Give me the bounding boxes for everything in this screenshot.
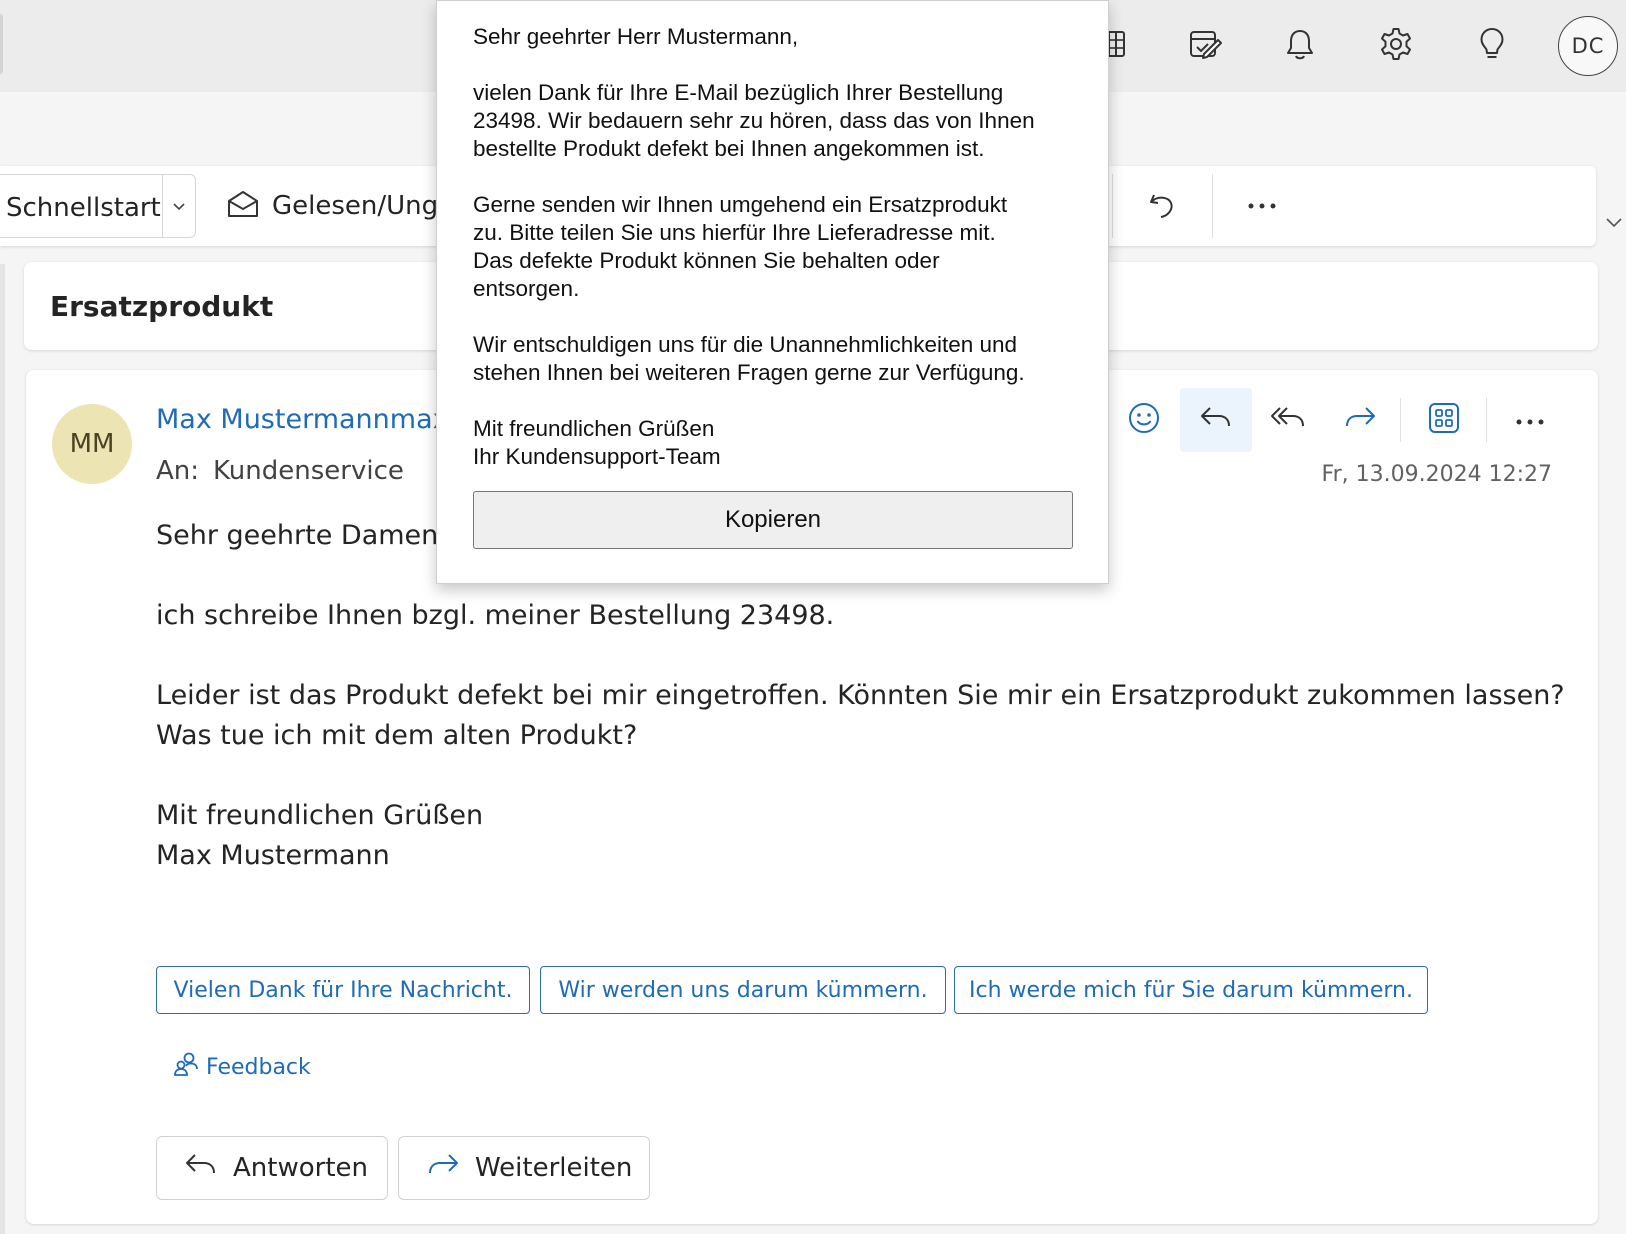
recipient-line: An: Kundenservice <box>156 456 404 486</box>
sender-initials: MM <box>69 429 115 459</box>
action-divider <box>1486 398 1487 442</box>
reply-all-icon <box>1269 403 1307 437</box>
user-avatar[interactable]: DC <box>1558 16 1618 76</box>
forward-button[interactable] <box>1324 388 1396 452</box>
more-icon <box>1515 411 1545 430</box>
forward-icon <box>1342 403 1378 437</box>
feedback-people-icon <box>172 1050 200 1084</box>
suggested-reply-button[interactable]: Vielen Dank für Ihre Nachricht. <box>156 966 530 1014</box>
reply-action-button[interactable]: Antworten <box>156 1136 388 1200</box>
body-line: Was tue ich mit dem alten Produkt? <box>156 720 638 751</box>
ribbon-divider <box>1212 174 1213 238</box>
popup-text-line: entsorgen. <box>473 276 580 301</box>
reply-button[interactable] <box>1180 388 1252 452</box>
sender-avatar[interactable]: MM <box>52 404 132 484</box>
apps-grid-icon <box>1427 401 1461 439</box>
lightbulb-icon[interactable] <box>1470 22 1514 66</box>
body-line: Mit freundlichen Grüßen <box>156 800 484 831</box>
popup-text-line: 23498. Wir bedauern sehr zu hören, dass … <box>473 108 1035 133</box>
popup-text-line: Gerne senden wir Ihnen umgehend ein Ersa… <box>473 192 1008 217</box>
action-divider <box>1400 398 1401 442</box>
message-subject: Ersatzprodukt <box>50 290 274 323</box>
forward-action-button[interactable]: Weiterleiten <box>398 1136 650 1200</box>
popup-text-line: Ihr Kundensupport-Team <box>473 444 721 469</box>
popup-text-line: stehen Ihnen bei weiteren Fragen gerne z… <box>473 360 1025 385</box>
popup-text-line: Sehr geehrter Herr Mustermann, <box>473 24 799 49</box>
chevron-down-icon[interactable] <box>170 197 188 219</box>
quickstart-split-button[interactable]: Schnellstart <box>0 174 196 238</box>
feedback-label: Feedback <box>206 1054 311 1080</box>
reply-icon <box>183 1150 219 1187</box>
smiley-icon <box>1127 401 1161 439</box>
message-list-edge <box>0 264 5 1234</box>
body-line: ich schreibe Ihnen bzgl. meiner Bestellu… <box>156 600 835 631</box>
user-avatar-initials: DC <box>1571 34 1605 58</box>
popup-text-line: zu. Bitte teilen Sie uns hierfür Ihre Li… <box>473 220 996 245</box>
mark-read-unread-label: Gelesen/Ung <box>272 191 439 221</box>
forward-icon <box>425 1150 461 1187</box>
envelope-open-icon <box>226 189 260 223</box>
search-box-edge[interactable] <box>0 14 3 74</box>
bell-icon[interactable] <box>1278 22 1322 66</box>
gear-icon[interactable] <box>1374 22 1418 66</box>
emoji-reaction-button[interactable] <box>1108 388 1180 452</box>
reply-icon <box>1198 403 1234 437</box>
message-more-button[interactable] <box>1494 388 1566 452</box>
feedback-link[interactable]: Feedback <box>172 1050 311 1084</box>
body-line: Sehr geehrte Damen <box>156 520 439 551</box>
ribbon-divider <box>1112 174 1113 238</box>
reply-all-button[interactable] <box>1252 388 1324 452</box>
quickstart-label: Schnellstart <box>6 193 161 223</box>
copy-button[interactable]: Kopieren <box>473 491 1073 549</box>
more-icon[interactable] <box>1238 182 1286 230</box>
to-label: An: <box>156 456 200 486</box>
reply-label: Antworten <box>233 1153 368 1183</box>
mark-read-unread-button[interactable]: Gelesen/Ung <box>226 176 438 236</box>
recipient-name[interactable]: Kundenservice <box>213 456 404 486</box>
split-divider <box>162 175 163 237</box>
popup-text-line: Das defekte Produkt können Sie behalten … <box>473 248 940 273</box>
ribbon-expand-chevron-icon[interactable] <box>1604 214 1624 234</box>
forward-label: Weiterleiten <box>475 1153 633 1183</box>
popup-text-line: Wir entschuldigen uns für die Unannehmli… <box>473 332 1018 357</box>
suggested-reply-button[interactable]: Ich werde mich für Sie darum kümmern. <box>954 966 1428 1014</box>
sender-name[interactable]: Max Mustermannmax <box>156 404 449 435</box>
apps-button[interactable] <box>1408 388 1480 452</box>
suggested-reply-button[interactable]: Wir werden uns darum kümmern. <box>540 966 946 1014</box>
body-line: Max Mustermann <box>156 840 390 871</box>
task-edit-icon[interactable] <box>1184 22 1228 66</box>
body-line: Leider ist das Produkt defekt bei mir ei… <box>156 680 1565 711</box>
popup-text-line: bestellte Produkt defekt bei Ihnen angek… <box>473 136 985 161</box>
undo-icon[interactable] <box>1138 182 1186 230</box>
popup-text-line: Mit freundlichen Grüßen <box>473 416 715 441</box>
popup-text-line: vielen Dank für Ihre E-Mail bezüglich Ih… <box>473 80 1004 105</box>
generated-reply-popup: Sehr geehrter Herr Mustermann, vielen Da… <box>436 0 1109 584</box>
message-date: Fr, 13.09.2024 12:27 <box>1321 462 1552 487</box>
